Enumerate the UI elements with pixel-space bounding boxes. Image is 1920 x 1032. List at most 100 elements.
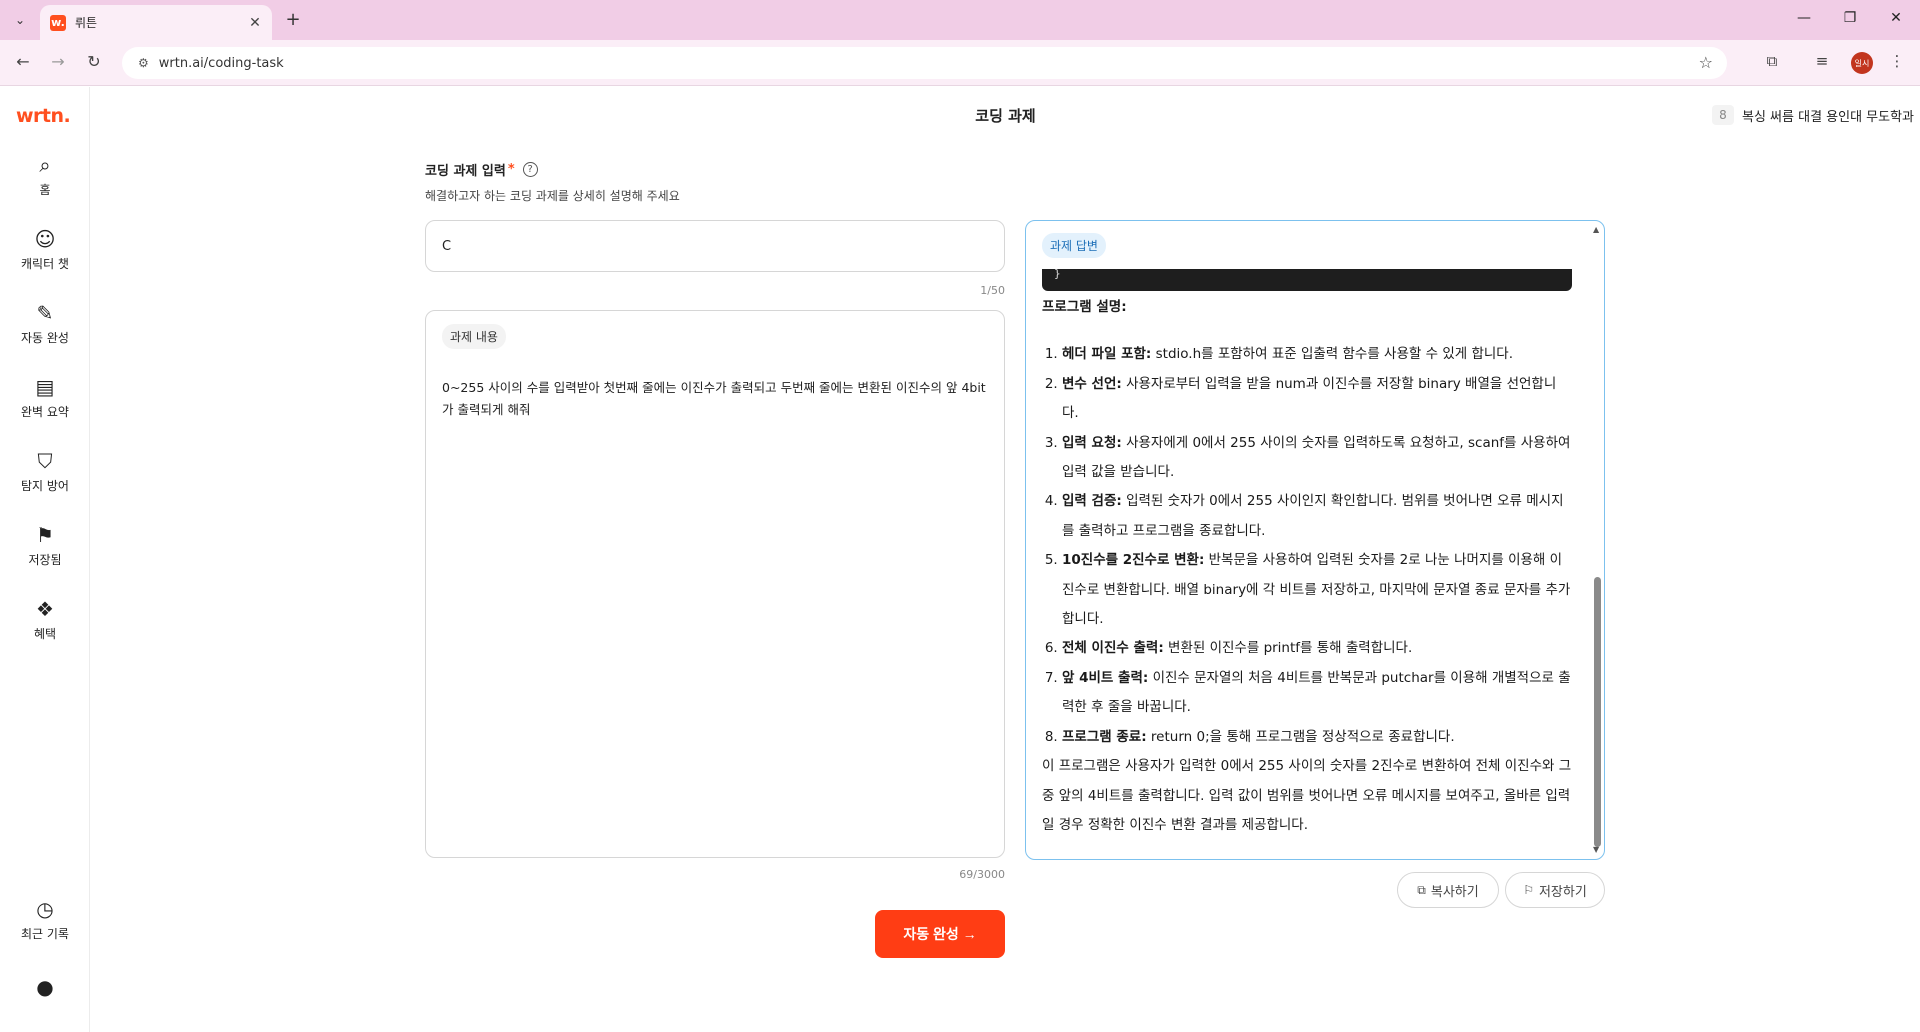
- answer-step: 10진수를 2진수로 변환: 반복문을 사용하여 입력된 숫자를 2로 나눈 나…: [1062, 546, 1572, 634]
- answer-step: 전체 이진수 출력: 변환된 이진수를 printf를 통해 출력합니다.: [1062, 634, 1572, 663]
- sidebar-item-home[interactable]: ⌕ 홈: [0, 151, 90, 198]
- sidebar-item-account[interactable]: ●: [0, 973, 90, 1001]
- sidebar-item-saved[interactable]: ⚑ 저장됨: [0, 521, 90, 568]
- sidebar-item-character-chat[interactable]: ☺ 캐릭터 챗: [0, 225, 90, 272]
- sidebar: wrtn. ⌕ 홈 ☺ 캐릭터 챗 ✎ 자동 완성 ▤ 완벽 요약 ⛉ 탐지 방…: [0, 87, 90, 1032]
- sidebar-item-autocomplete[interactable]: ✎ 자동 완성: [0, 299, 90, 346]
- trending-rank: 8: [1712, 105, 1734, 125]
- answer-step: 입력 검증: 입력된 숫자가 0에서 255 사이인지 확인합니다. 범위를 벗…: [1062, 487, 1572, 546]
- clock-icon: ◷: [36, 897, 54, 921]
- forward-arrow-icon[interactable]: →: [47, 52, 69, 71]
- task-content-text: 0~255 사이의 수를 입력받아 첫번째 줄에는 이진수가 출력되고 두번째 …: [442, 380, 986, 417]
- step-text: stdio.h를 포함하여 표준 입출력 함수를 사용할 수 있게 합니다.: [1151, 346, 1513, 363]
- sidebar-item-label: 탐지 방어: [21, 479, 69, 493]
- answer-step: 변수 선언: 사용자로부터 입력을 받을 num과 이진수를 저장할 binar…: [1062, 370, 1572, 429]
- sidebar-item-label: 최근 기록: [21, 927, 69, 941]
- answer-desc-title: 프로그램 설명:: [1042, 299, 1127, 315]
- help-icon[interactable]: ?: [522, 162, 538, 177]
- answer-step: 앞 4비트 출력: 이진수 문자열의 처음 4비트를 반복문과 putchar를…: [1062, 664, 1572, 723]
- trending-ticker[interactable]: 8 복싱 써름 대결 용인대 무도학과: [1712, 105, 1914, 125]
- trending-text: 복싱 써름 대결 용인대 무도학과: [1742, 109, 1915, 125]
- autocomplete-submit-button[interactable]: 자동 완성 →: [875, 910, 1005, 958]
- gpt-shield-icon: ⛉: [37, 449, 53, 473]
- task-content-textarea[interactable]: 과제 내용 0~255 사이의 수를 입력받아 첫번째 줄에는 이진수가 출력되…: [425, 310, 1005, 858]
- tab-title: 뤼튼: [75, 16, 98, 30]
- page-header: 코딩 과제 8 복싱 써름 대결 용인대 무도학과 1 ↓: [91, 87, 1920, 142]
- answer-step: 입력 요청: 사용자에게 0에서 255 사이의 숫자를 입력하도록 요청하고,…: [1062, 429, 1572, 488]
- language-input[interactable]: C: [425, 220, 1005, 272]
- field-description: 해결하고자 하는 코딩 과제를 상세히 설명해 주세요: [425, 189, 680, 203]
- site-info-icon[interactable]: ⚙: [138, 56, 149, 70]
- sidebar-item-label: 혜택: [33, 627, 57, 641]
- address-bar[interactable]: ⚙ wrtn.ai/coding-task ☆: [122, 47, 1727, 79]
- step-text: 변환된 이진수를 printf를 통해 출력합니다.: [1163, 640, 1413, 657]
- media-control-icon[interactable]: ≡: [1810, 52, 1834, 70]
- restore-icon[interactable]: ❐: [1838, 10, 1862, 26]
- save-button-label: 저장하기: [1538, 884, 1587, 900]
- tab-search-chevron-icon[interactable]: ⌄: [8, 9, 32, 31]
- task-char-counter: 69/3000: [959, 868, 1005, 881]
- code-block-tail: }: [1042, 268, 1572, 291]
- sidebar-item-label: 홈: [39, 183, 51, 197]
- language-char-counter: 1/50: [980, 284, 1005, 297]
- scrollbar-thumb[interactable]: [1594, 577, 1601, 847]
- answer-body: 프로그램 설명: 헤더 파일 포함: stdio.h를 포함하여 표준 입출력 …: [1042, 293, 1572, 840]
- url-text: wrtn.ai/coding-task: [158, 55, 284, 71]
- user-icon: ●: [36, 975, 54, 999]
- step-title: 입력 검증:: [1062, 493, 1122, 510]
- back-arrow-icon[interactable]: ←: [12, 52, 34, 71]
- answer-step: 헤더 파일 포함: stdio.h를 포함하여 표준 입출력 함수를 사용할 수…: [1062, 340, 1572, 369]
- sidebar-item-label: 캐릭터 챗: [21, 257, 69, 271]
- task-content-chip: 과제 내용: [442, 324, 506, 349]
- answer-panel[interactable]: 과제 답변 } 프로그램 설명: 헤더 파일 포함: stdio.h를 포함하여…: [1025, 220, 1605, 860]
- step-text: 사용자에게 0에서 255 사이의 숫자를 입력하도록 요청하고, scanf를…: [1062, 434, 1571, 481]
- scroll-up-icon[interactable]: ▲: [1593, 225, 1599, 234]
- step-title: 10진수를 2진수로 변환:: [1062, 552, 1205, 569]
- sidebar-item-benefits[interactable]: ❖ 혜택: [0, 595, 90, 642]
- wrtn-logo[interactable]: wrtn.: [16, 105, 71, 127]
- magic-wand-icon: ✎: [36, 301, 54, 325]
- step-title: 앞 4비트 출력:: [1062, 669, 1149, 686]
- step-title: 헤더 파일 포함:: [1062, 346, 1152, 363]
- answer-summary: 이 프로그램은 사용자가 입력한 0에서 255 사이의 숫자를 2진수로 변환…: [1042, 758, 1572, 833]
- browser-toolbar: ← → ↻ ⚙ wrtn.ai/coding-task ☆ ⧉ ≡ 일시 ⋮: [0, 40, 1920, 86]
- copy-button[interactable]: ⧉ 복사하기: [1397, 872, 1499, 908]
- wrtn-favicon-icon: w.: [50, 14, 66, 31]
- copy-icon: ⧉: [1417, 882, 1426, 897]
- sidebar-item-detection-defense[interactable]: ⛉ 탐지 방어: [0, 447, 90, 494]
- tab-close-icon[interactable]: ✕: [246, 15, 264, 31]
- profile-avatar[interactable]: 일시: [1851, 52, 1873, 74]
- answer-scrollbar[interactable]: ▲ ▼: [1592, 225, 1602, 855]
- browser-tab-bar: ⌄ w. 뤼튼 ✕ + — ❐ ✕: [0, 0, 1920, 40]
- field-label: 코딩 과제 입력 * ?: [425, 160, 538, 179]
- minimize-icon[interactable]: —: [1792, 10, 1816, 26]
- bookmark-star-icon[interactable]: ☆: [1699, 53, 1713, 72]
- sidebar-item-label: 자동 완성: [21, 331, 69, 345]
- extensions-icon[interactable]: ⧉: [1760, 52, 1784, 70]
- answer-steps: 헤더 파일 포함: stdio.h를 포함하여 표준 입출력 함수를 사용할 수…: [1042, 340, 1572, 752]
- required-mark: *: [507, 162, 515, 177]
- language-input-value: C: [442, 238, 452, 254]
- window-close-icon[interactable]: ✕: [1884, 10, 1908, 26]
- bookmark-icon: ⚐: [1523, 883, 1534, 897]
- gift-icon: ❖: [36, 597, 54, 621]
- step-title: 입력 요청:: [1062, 434, 1122, 451]
- scroll-down-icon[interactable]: ▼: [1593, 845, 1599, 854]
- step-title: 프로그램 종료:: [1062, 728, 1147, 745]
- browser-tab[interactable]: w. 뤼튼 ✕: [40, 5, 272, 40]
- new-tab-plus-icon[interactable]: +: [282, 9, 304, 30]
- sidebar-item-recent[interactable]: ◷ 최근 기록: [0, 895, 90, 942]
- sidebar-item-label: 저장됨: [28, 553, 62, 567]
- chat-icon: ☺: [34, 227, 56, 251]
- sidebar-item-summary[interactable]: ▤ 완벽 요약: [0, 373, 90, 420]
- copy-button-label: 복사하기: [1430, 884, 1479, 900]
- field-label-text: 코딩 과제 입력: [425, 164, 506, 179]
- sidebar-item-label: 완벽 요약: [21, 405, 69, 419]
- page-title: 코딩 과제: [975, 107, 1036, 125]
- browser-menu-icon[interactable]: ⋮: [1885, 52, 1909, 70]
- answer-step: 프로그램 종료: return 0;을 통해 프로그램을 정상적으로 종료합니다…: [1062, 723, 1572, 752]
- reload-icon[interactable]: ↻: [83, 52, 105, 71]
- step-title: 전체 이진수 출력:: [1062, 640, 1164, 657]
- step-text: 입력된 숫자가 0에서 255 사이인지 확인합니다. 범위를 벗어나면 오류 …: [1062, 493, 1564, 539]
- save-button[interactable]: ⚐ 저장하기: [1505, 872, 1605, 908]
